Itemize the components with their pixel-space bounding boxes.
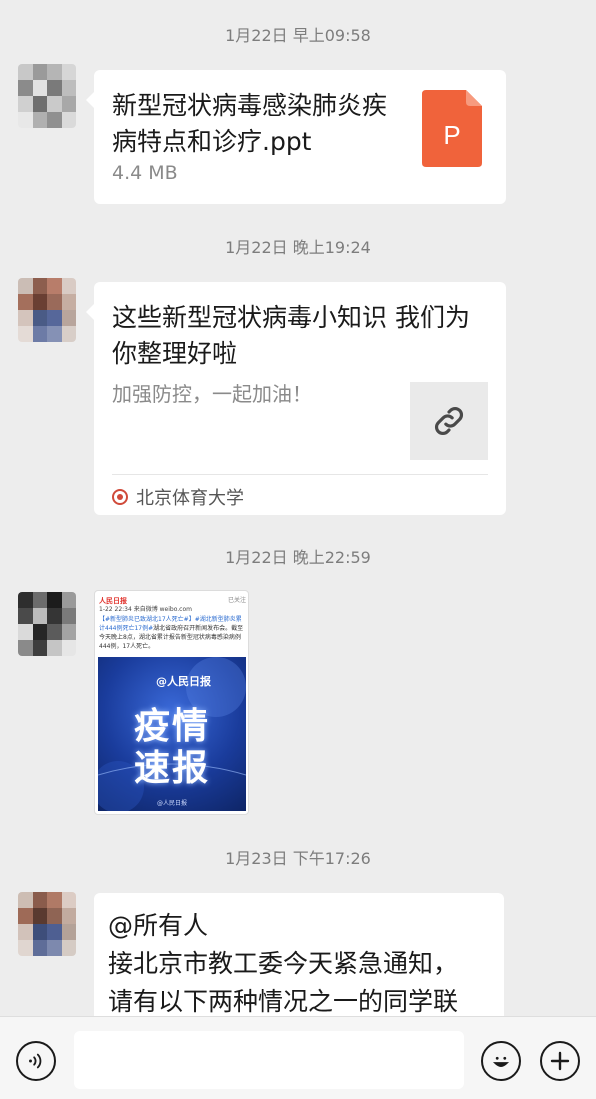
link-source: 北京体育大学 [112,484,244,510]
avatar[interactable] [18,592,76,656]
message-input[interactable] [74,1031,464,1089]
chat-input-bar [0,1016,596,1099]
link-description: 加强防控，一起加油！ [112,382,312,406]
timestamp: 1月22日 晚上22:59 [225,548,371,567]
timestamp: 1月22日 早上09:58 [225,26,371,45]
timestamp: 1月23日 下午17:26 [225,849,371,868]
image-header: 人民日报 已关注 1-22 22:34 来自微博 weibo.com [99,597,246,614]
voice-button[interactable] [16,1041,56,1081]
post-meta: 1-22 22:34 来自微博 weibo.com [99,606,192,613]
account-name: 人民日报 [99,597,127,605]
file-size: 4.4 MB [112,162,178,184]
link-message[interactable]: 这些新型冠状病毒小知识 我们为你整理好啦 加强防控，一起加油！ 北京体育大学 [86,282,506,515]
source-name: 北京体育大学 [136,488,244,509]
image-message[interactable]: 人民日报 已关注 1-22 22:34 来自微博 weibo.com 【#新型肺… [94,590,249,815]
poster-brand: @人民日报 [156,675,211,688]
emoji-button[interactable] [481,1041,521,1081]
source-logo-icon [112,489,128,505]
avatar[interactable] [18,278,76,342]
post-text: 【#新型肺炎已致湖北17人死亡#】#湖北新型肺炎累计444例死亡17例#湖北省政… [99,615,246,651]
poster-footer: @人民日报 [156,800,187,807]
link-thumbnail [410,382,488,460]
emoji-icon [492,1056,510,1067]
timestamp: 1月22日 晚上19:24 [225,238,371,257]
plus-icon [550,1051,570,1071]
link-icon [435,407,463,435]
plus-button[interactable] [540,1041,580,1081]
divider [112,474,488,475]
avatar[interactable] [18,64,76,128]
follow-status: 已关注 [227,597,246,604]
link-title: 这些新型冠状病毒小知识 我们为你整理好啦 [112,303,470,368]
hashtag: 【#新型肺炎已致湖北17人死亡#】 [99,616,195,623]
voice-icon [29,1053,42,1069]
file-name: 新型冠状病毒感染肺炎疾病特点和诊疗.ppt [112,91,388,156]
text-message[interactable]: @所有人 接北京市教工委今天紧急通知， 请有以下两种情况之一的同学联 [94,893,504,1033]
ppt-file-icon: P [422,90,482,167]
ppt-letter: P [443,120,460,150]
poster-title-line2: 速报 [133,748,210,789]
file-message[interactable]: 新型冠状病毒感染肺炎疾病特点和诊疗.ppt 4.4 MB P [86,70,506,204]
message-text: @所有人 接北京市教工委今天紧急通知， 请有以下两种情况之一的同学联 [108,911,459,1016]
news-poster: @人民日报 疫情 速报 @人民日报 [98,657,246,811]
avatar[interactable] [18,892,76,956]
